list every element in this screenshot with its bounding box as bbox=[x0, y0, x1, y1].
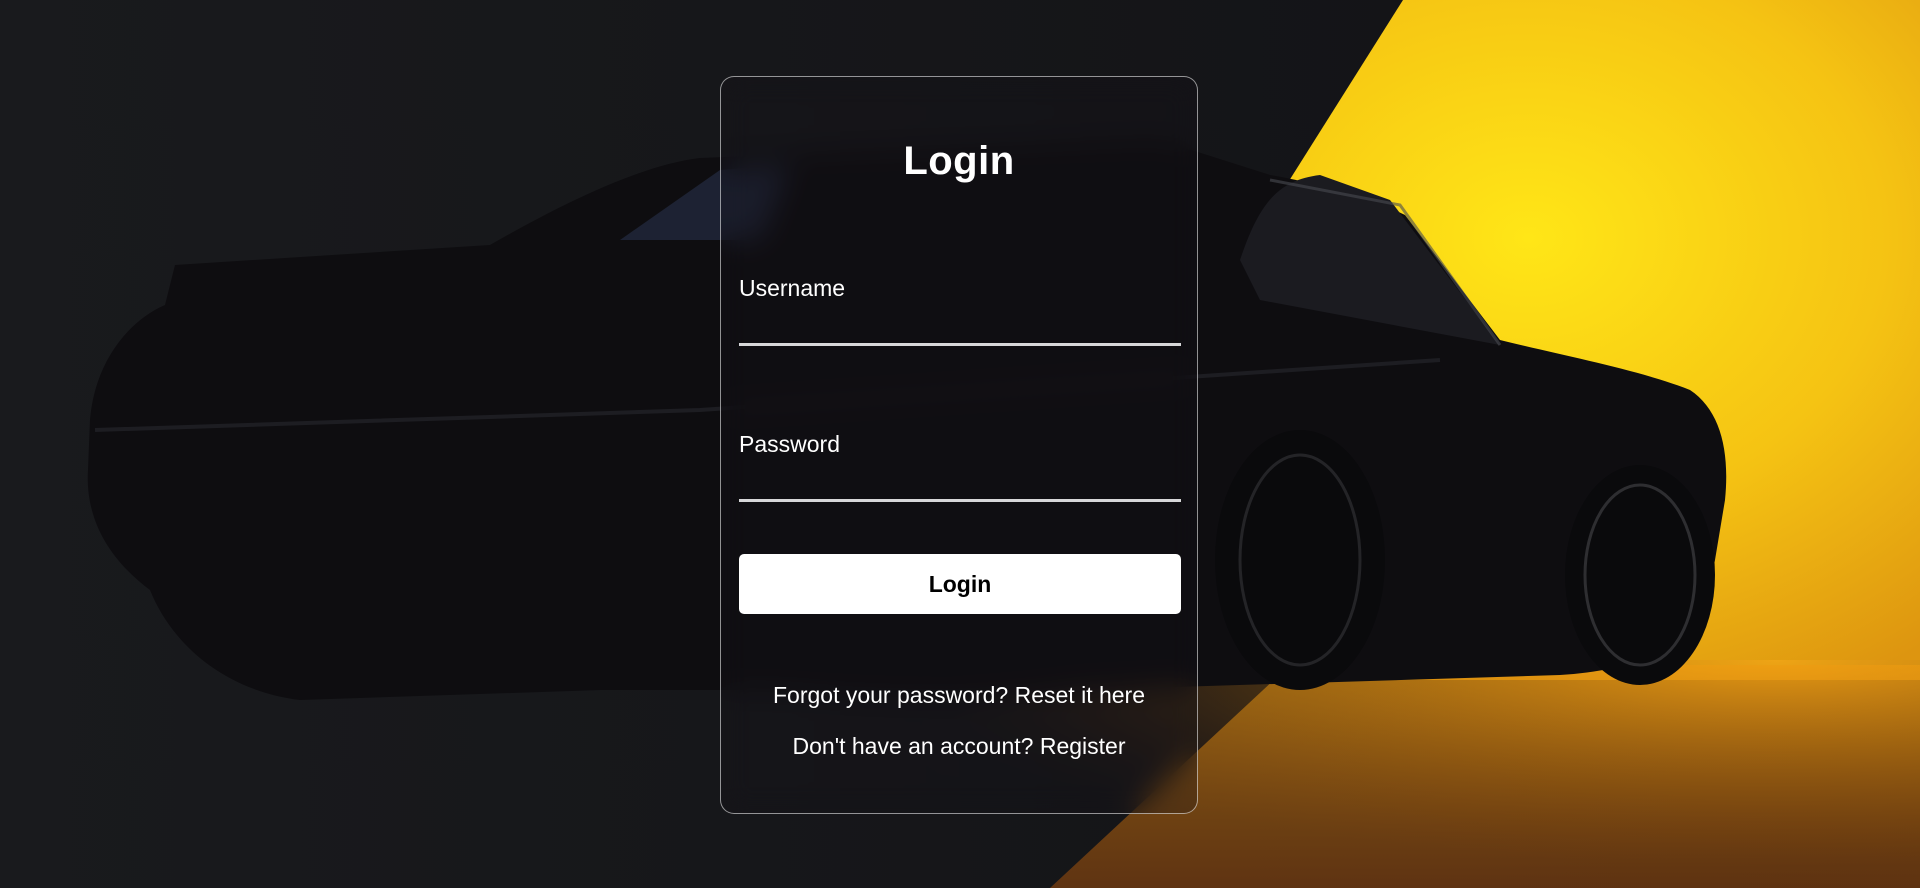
login-card: Login Username Password Login Forgot you… bbox=[720, 76, 1198, 814]
register-line: Don't have an account? Register bbox=[721, 733, 1197, 760]
password-label: Password bbox=[739, 431, 840, 457]
password-input[interactable] bbox=[739, 466, 1181, 502]
login-button[interactable]: Login bbox=[739, 554, 1181, 614]
register-link[interactable]: Register bbox=[1040, 733, 1126, 759]
username-input[interactable] bbox=[739, 310, 1181, 346]
reset-password-link[interactable]: Reset it here bbox=[1015, 682, 1145, 708]
forgot-password-line: Forgot your password? Reset it here bbox=[721, 682, 1197, 709]
register-prompt-text: Don't have an account? bbox=[792, 733, 1034, 759]
username-field: Username bbox=[739, 275, 1181, 346]
username-label: Username bbox=[739, 275, 846, 301]
forgot-password-text: Forgot your password? bbox=[772, 682, 1009, 708]
login-title: Login bbox=[903, 139, 1015, 183]
password-field: Password bbox=[739, 431, 1181, 502]
